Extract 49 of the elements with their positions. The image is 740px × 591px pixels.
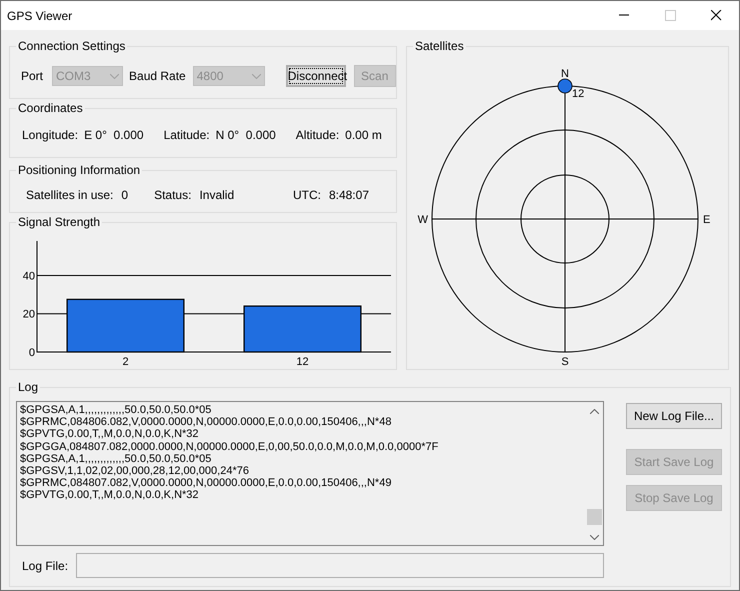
group-title: Signal Strength: [16, 214, 102, 230]
group-title: Positioning Information: [16, 162, 142, 178]
field-label: Latitude:: [164, 127, 210, 144]
direction-label: E: [703, 214, 710, 226]
scroll-down-icon[interactable]: [590, 535, 599, 540]
direction-label: S: [561, 356, 569, 368]
log-file-field[interactable]: [76, 553, 604, 578]
field-label: Longitude:: [22, 127, 78, 144]
log-line: $GPVTG,0.00,T,,M,0.0,N,0.0,K,N*32: [20, 428, 200, 441]
group-title: Connection Settings: [16, 38, 128, 54]
field-label: Satellites in use:: [26, 186, 114, 204]
log-line: $GPGGA,084807.082,0000.0000,N,00000.0000,E,0,00,50.0,0.0,M,0.0,M,0.0,0000*7F: [20, 440, 440, 453]
close-icon[interactable]: [710, 10, 722, 21]
direction-label: N: [561, 68, 569, 80]
log-line: $GPGSV,1,1,02,02,00,000,28,12,00,000,24*76: [20, 465, 250, 478]
field-value: 0.00 m: [345, 127, 382, 144]
field-value: Invalid: [199, 186, 234, 204]
satellite-dot: [558, 78, 572, 94]
scrollbar-thumb[interactable]: [587, 509, 602, 525]
scroll-up-icon[interactable]: [590, 409, 599, 414]
field-label: Log File:: [22, 558, 70, 574]
log-button[interactable]: New Log File...: [626, 403, 722, 429]
satellite-label: 12: [572, 88, 584, 100]
field-value: N 0° 0.000: [216, 127, 276, 144]
log-line: $GPRMC,084806.082,V,0000.0000,N,00000.0000,E,0.0,0.00,150406,,,N*48: [20, 416, 392, 428]
log-line: $GPGSA,A,1,,,,,,,,,,,,,50.0,50.0,50.0*05: [20, 404, 212, 416]
category-label: 12: [296, 356, 309, 367]
disconnect-button[interactable]: Disconnect: [286, 65, 346, 87]
log-line: $GPRMC,084807.082,V,0000.0000,N,00000.0000,E,0.0,0.00,150406,,,N*49: [20, 477, 392, 490]
window-title: GPS Viewer: [7, 8, 72, 24]
field-label: Port: [21, 68, 44, 85]
field-value: 8:48:07: [328, 186, 369, 204]
log-line: $GPGSA,A,1,,,,,,,,,,,,,50.0,50.0,50.0*05: [20, 452, 212, 466]
field-value: 0: [121, 186, 128, 204]
chevron-down-icon: [252, 74, 261, 78]
tick-label: 20: [22, 308, 35, 321]
log-text-area[interactable]: [16, 401, 604, 546]
field-value: E 0° 0.000: [84, 127, 144, 144]
field-label: Altitude:: [296, 127, 340, 144]
chevron-down-icon: [110, 74, 120, 78]
log-line: $GPVTG,0.00,T,,M,0.0,N,0.0,K,N*32: [20, 489, 200, 502]
category-label: 2: [122, 356, 129, 367]
field-label: UTC:: [292, 186, 321, 204]
direction-label: W: [418, 214, 428, 226]
tick-label: 40: [22, 270, 35, 282]
maximize-icon: [664, 10, 676, 21]
field-label: Status:: [154, 186, 192, 204]
tick-label: 0: [28, 347, 35, 359]
field-label: Baud Rate: [129, 68, 186, 85]
